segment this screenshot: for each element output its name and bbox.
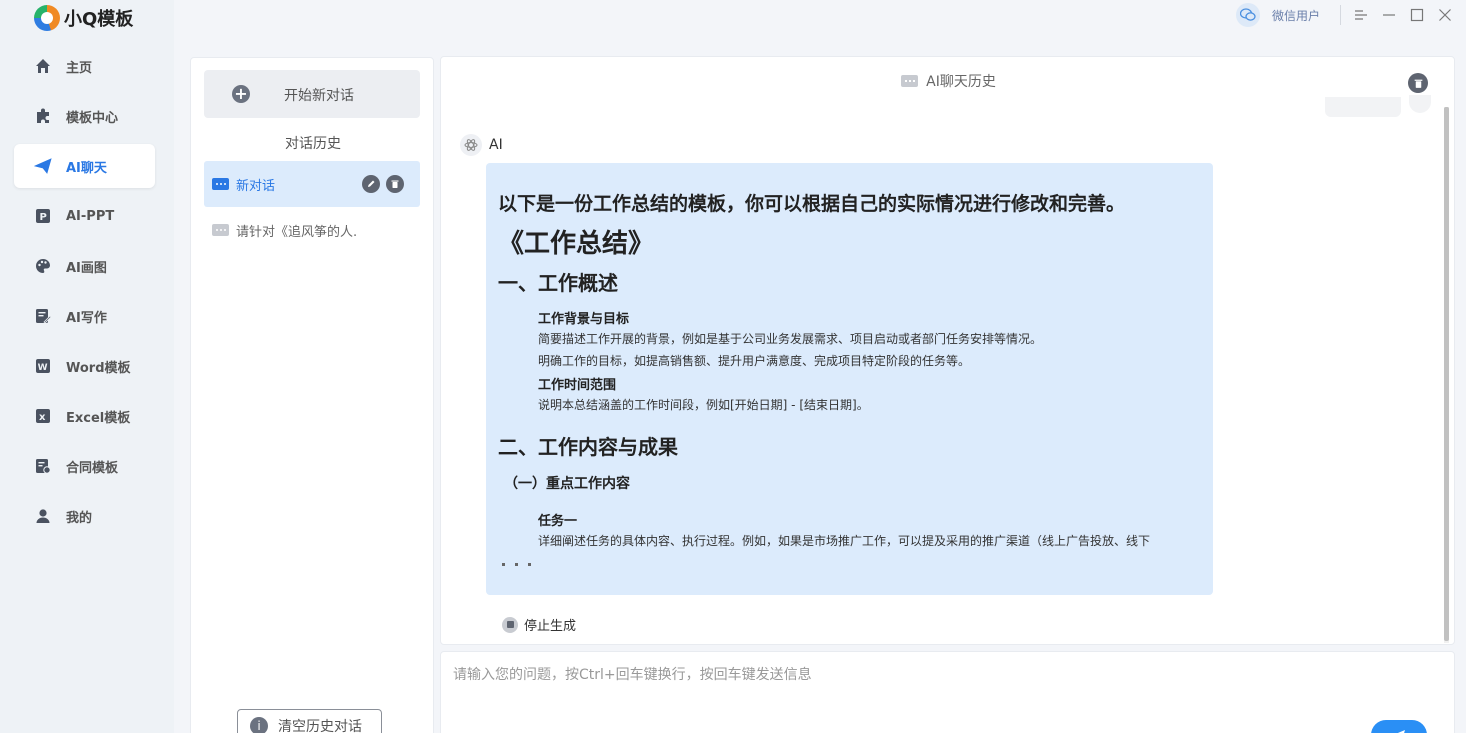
chat-panel: AI聊天历史 AI 以下是一份工作总结的模板，你可以根据自己的实际情况进行修改和…: [440, 56, 1455, 645]
contract-icon: [34, 457, 52, 475]
history-item-label: 新对话: [236, 178, 276, 194]
sidebar-item-label: AI画图: [66, 260, 107, 276]
clear-history-button[interactable]: i 清空历史对话: [237, 709, 382, 733]
word-icon: W: [34, 357, 52, 375]
window-titlebar: 微信用户: [1236, 3, 1459, 27]
sidebar-item-ai-writing[interactable]: AI写作: [14, 294, 155, 338]
sidebar-item-label: 主页: [66, 60, 93, 76]
message-paragraph: 详细阐述任务的具体内容、执行过程。例如，如果是市场推广工作，可以提及采用的推广渠…: [538, 534, 1151, 548]
wechat-avatar[interactable]: [1236, 3, 1260, 27]
message-input-panel: [440, 651, 1455, 733]
message-intro: 以下是一份工作总结的模板，你可以根据自己的实际情况进行修改和完善。: [498, 193, 1126, 215]
svg-text:P: P: [40, 212, 47, 223]
chat-bubble-icon: [212, 224, 229, 236]
minimize-icon[interactable]: [1375, 3, 1403, 27]
new-chat-button[interactable]: + 开始新对话: [204, 70, 420, 118]
stop-generation-button[interactable]: 停止生成: [502, 615, 576, 634]
edit-icon[interactable]: [362, 175, 380, 193]
history-item-label: 请针对《追风筝的人.: [236, 224, 358, 240]
app-logo: 小Q模板: [34, 5, 133, 31]
scrollbar-thumb[interactable]: [1444, 107, 1449, 641]
ppt-icon: P: [34, 207, 52, 225]
stop-generation-label: 停止生成: [524, 619, 577, 634]
history-item[interactable]: 新对话: [204, 161, 420, 207]
logo-icon: [34, 5, 60, 31]
chat-bubble-icon: [901, 75, 919, 87]
ai-message-bubble: 以下是一份工作总结的模板，你可以根据自己的实际情况进行修改和完善。 《工作总结》…: [486, 163, 1213, 595]
sidebar-item-word-template[interactable]: W Word模板: [14, 344, 155, 388]
wechat-icon: [1240, 8, 1256, 21]
send-button[interactable]: [1371, 720, 1427, 733]
ai-atom-icon: [464, 139, 478, 151]
sidebar-item-home[interactable]: 主页: [14, 44, 155, 88]
menu-icon[interactable]: [1347, 3, 1375, 27]
message-input[interactable]: [441, 652, 1454, 733]
sidebar-item-ai-chat[interactable]: AI聊天: [14, 144, 155, 188]
edit-document-icon: [34, 307, 52, 325]
info-icon: i: [250, 717, 268, 733]
new-chat-label: 开始新对话: [284, 88, 354, 104]
logo-text: 小Q模板: [64, 9, 134, 30]
paper-plane-icon: [34, 157, 52, 175]
svg-text:W: W: [38, 363, 48, 373]
message-paragraph: 简要描述工作开展的背景，例如是基于公司业务发展需求、项目启动或者部门任务安排等情…: [538, 332, 1043, 346]
message-paragraph: 说明本总结涵盖的工作时间段，例如[开始日期] - [结束日期]。: [538, 398, 869, 412]
previous-message-bubble: [1325, 97, 1401, 117]
message-section-title: 二、工作内容与成果: [498, 435, 678, 459]
excel-icon: x: [34, 407, 52, 425]
sidebar-item-label: 合同模板: [66, 460, 119, 476]
clear-history-label: 清空历史对话: [278, 719, 362, 733]
sidebar-item-label: AI聊天: [66, 160, 107, 176]
sidebar-item-label: 模板中心: [66, 110, 119, 126]
sidebar-item-ai-draw[interactable]: AI画图: [14, 244, 155, 288]
home-icon: [34, 57, 52, 75]
titlebar-divider: [1340, 5, 1342, 25]
message-subtitle: 任务一: [538, 514, 578, 529]
sidebar-nav: 主页 模板中心 AI聊天 P AI-PPT AI画图 AI写作 W Word模板…: [14, 44, 155, 544]
message-paragraph: 明确工作的目标，如提高销售额、提升用户满意度、完成项目特定阶段的任务等。: [538, 354, 971, 368]
stop-icon: [502, 616, 518, 633]
trash-icon[interactable]: [386, 175, 404, 193]
user-name[interactable]: 微信用户: [1272, 7, 1320, 24]
history-panel: + 开始新对话 对话历史 新对话 请针对《追风筝的人. i 清空历史对话: [190, 57, 434, 733]
sidebar-item-label: 我的: [66, 510, 93, 526]
sidebar-item-label: AI写作: [66, 310, 107, 326]
svg-text:x: x: [39, 412, 46, 423]
sidebar-item-mine[interactable]: 我的: [14, 494, 155, 538]
plus-circle-icon: +: [232, 85, 250, 103]
message-subtitle: 工作背景与目标: [538, 312, 630, 327]
typing-indicator: [502, 563, 531, 566]
sidebar-item-label: Excel模板: [66, 410, 131, 426]
message-subtitle: 工作时间范围: [538, 378, 617, 393]
chat-bubble-icon: [212, 178, 229, 190]
chat-title: AI聊天历史: [926, 74, 996, 90]
sidebar-item-label: Word模板: [66, 360, 131, 376]
history-item[interactable]: 请针对《追风筝的人.: [204, 207, 420, 253]
sender-label: AI: [489, 137, 503, 153]
message-section-title: 一、工作概述: [498, 271, 618, 295]
ai-avatar: [460, 134, 482, 156]
sidebar-item-label: AI-PPT: [66, 208, 115, 224]
message-heading-1: 《工作总结》: [498, 229, 655, 259]
sidebar-item-contract-template[interactable]: 合同模板: [14, 444, 155, 488]
send-icon: [1397, 730, 1405, 733]
sidebar-item-excel-template[interactable]: x Excel模板: [14, 394, 155, 438]
previous-message-avatar: [1409, 95, 1431, 113]
delete-chat-icon[interactable]: [1408, 73, 1428, 93]
sidebar-item-template-center[interactable]: 模板中心: [14, 94, 155, 138]
puzzle-icon: [34, 107, 52, 125]
user-icon: [34, 507, 52, 525]
sidebar: 小Q模板 主页 模板中心 AI聊天 P AI-PPT AI画图 AI写作 W W…: [0, 0, 174, 733]
message-subsection-title: （一）重点工作内容: [504, 476, 630, 492]
chat-header: AI聊天历史: [441, 71, 1454, 91]
sidebar-item-ai-ppt[interactable]: P AI-PPT: [14, 194, 155, 238]
palette-icon: [34, 257, 52, 275]
history-title: 对话历史: [285, 136, 341, 152]
close-icon[interactable]: [1431, 3, 1459, 27]
maximize-icon[interactable]: [1403, 3, 1431, 27]
